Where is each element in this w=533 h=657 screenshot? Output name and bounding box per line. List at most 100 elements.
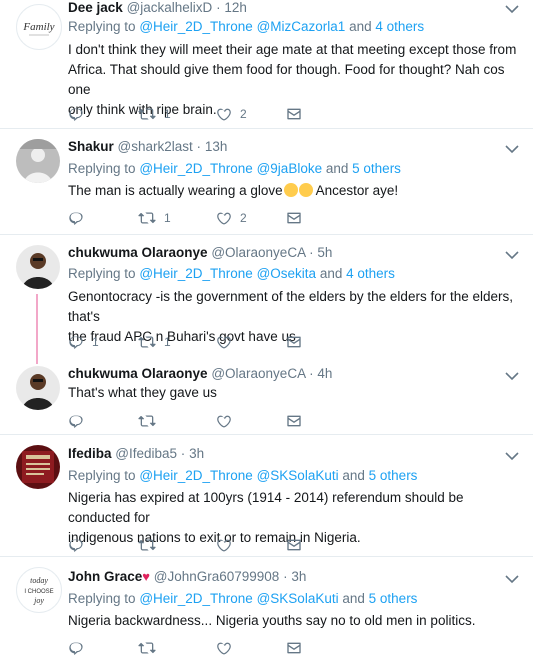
dm-button[interactable]	[286, 209, 302, 227]
retweet-button[interactable]	[138, 639, 156, 657]
mention-link[interactable]: @SKSolaKuti	[257, 468, 339, 483]
like-button[interactable]	[216, 333, 232, 351]
heart-icon	[216, 210, 232, 226]
display-name[interactable]: chukwuma Olaraonye	[68, 366, 208, 381]
others-link[interactable]: 4 others	[375, 19, 424, 34]
handle[interactable]: @OlaraonyeCA	[211, 366, 305, 381]
others-link[interactable]: 5 others	[352, 161, 401, 176]
reply-icon	[68, 537, 84, 553]
dm-button[interactable]	[286, 639, 302, 657]
envelope-icon	[286, 640, 302, 656]
others-link[interactable]: 4 others	[346, 266, 395, 281]
avatar-text: I CHOOSE	[24, 589, 53, 595]
separator-dot: ·	[309, 366, 314, 381]
retweet-icon	[138, 333, 156, 351]
timestamp[interactable]: 4h	[317, 366, 332, 381]
reply-button[interactable]: 1	[68, 333, 99, 351]
reply-button[interactable]	[68, 639, 84, 657]
like-button[interactable]	[216, 639, 232, 657]
avatar[interactable]: today I CHOOSE joy	[16, 567, 62, 613]
heart-icon	[216, 413, 232, 429]
retweet-icon	[138, 536, 156, 554]
retweet-button[interactable]	[138, 412, 156, 430]
display-name[interactable]: Ifediba	[68, 446, 112, 461]
mention-link[interactable]: @Heir_2D_Throne	[139, 591, 253, 606]
retweet-count: 1	[164, 211, 171, 225]
chevron-down-icon[interactable]	[505, 250, 519, 260]
reply-button[interactable]	[68, 209, 84, 227]
retweet-button[interactable]: 1	[138, 333, 171, 351]
avatar[interactable]: Family	[16, 4, 62, 50]
retweet-button[interactable]: 1	[138, 209, 171, 227]
tweet-actions: 1 1	[68, 333, 328, 351]
reply-icon	[68, 334, 84, 350]
dm-button[interactable]	[286, 105, 302, 123]
avatar-text: Family	[22, 21, 54, 33]
red-heart-emoji-icon: ♥	[142, 569, 150, 584]
envelope-icon	[286, 106, 302, 122]
avatar-text: today	[30, 576, 48, 585]
display-name[interactable]: Shakur	[68, 139, 114, 154]
reply-icon	[68, 106, 84, 122]
tweet-actions	[68, 639, 328, 657]
tweet[interactable]: Shakur @shark2last · 13h Replying to @He…	[0, 129, 533, 233]
reply-button[interactable]	[68, 412, 84, 430]
like-button[interactable]	[216, 412, 232, 430]
reply-icon	[68, 413, 84, 429]
timestamp[interactable]: 3h	[189, 446, 204, 461]
like-button[interactable]	[216, 536, 232, 554]
others-link[interactable]: 5 others	[369, 468, 418, 483]
tweet[interactable]: chukwuma Olaraonye @OlaraonyeCA · 5h Rep…	[0, 235, 533, 355]
others-link[interactable]: 5 others	[369, 591, 418, 606]
reply-context: Replying to @Heir_2D_Throne @9jaBloke an…	[68, 161, 401, 176]
tweet-actions: 1 2	[68, 209, 328, 227]
mention-link[interactable]: @SKSolaKuti	[257, 591, 339, 606]
retweet-button[interactable]	[138, 536, 156, 554]
separator-dot: ·	[283, 569, 288, 584]
chevron-down-icon[interactable]	[505, 144, 519, 154]
dm-button[interactable]	[286, 536, 302, 554]
handle[interactable]: @OlaraonyeCA	[211, 245, 305, 260]
mention-link[interactable]: @Heir_2D_Throne	[139, 19, 253, 34]
avatar[interactable]	[16, 366, 60, 410]
separator-dot: ·	[196, 139, 202, 154]
timestamp[interactable]: 3h	[291, 569, 306, 584]
timestamp[interactable]: 5h	[317, 245, 332, 260]
surprised-face-emoji-icon	[283, 183, 298, 197]
reply-button[interactable]	[68, 105, 84, 123]
tweet[interactable]: today I CHOOSE joy John Grace♥ @JohnGra6…	[0, 557, 533, 653]
chevron-down-icon[interactable]	[505, 451, 519, 461]
handle[interactable]: @shark2last	[118, 139, 193, 154]
handle[interactable]: @JohnGra60799908	[154, 569, 280, 584]
avatar[interactable]	[16, 245, 60, 289]
timestamp[interactable]: 12h	[224, 0, 247, 15]
avatar[interactable]	[16, 445, 60, 489]
mention-link[interactable]: @Osekita	[257, 266, 316, 281]
mention-link[interactable]: @Heir_2D_Throne	[139, 161, 253, 176]
tweet[interactable]: chukwuma Olaraonye @OlaraonyeCA · 4h Tha…	[0, 356, 533, 434]
retweet-button[interactable]: 1	[138, 105, 171, 123]
chevron-down-icon[interactable]	[505, 4, 519, 14]
heart-icon	[216, 640, 232, 656]
chevron-down-icon[interactable]	[505, 371, 519, 381]
handle[interactable]: @Ifediba5	[115, 446, 177, 461]
like-button[interactable]: 2	[216, 105, 247, 123]
handle[interactable]: @jackalhelixD	[127, 0, 213, 15]
tweet[interactable]: Ifediba @Ifediba5 · 3h Replying to @Heir…	[0, 435, 533, 556]
timestamp[interactable]: 13h	[205, 139, 228, 154]
reply-button[interactable]	[68, 536, 84, 554]
avatar[interactable]	[16, 139, 60, 183]
chevron-down-icon[interactable]	[505, 574, 519, 584]
display-name[interactable]: Dee jack	[68, 0, 123, 15]
dm-button[interactable]	[286, 412, 302, 430]
display-name[interactable]: chukwuma Olaraonye	[68, 245, 208, 260]
display-name[interactable]: John Grace	[68, 569, 142, 584]
dm-button[interactable]	[286, 333, 302, 351]
mention-link[interactable]: @9jaBloke	[257, 161, 323, 176]
mention-link[interactable]: @Heir_2D_Throne	[139, 266, 253, 281]
like-button[interactable]: 2	[216, 209, 247, 227]
separator-dot: ·	[309, 245, 314, 260]
mention-link[interactable]: @Heir_2D_Throne	[139, 468, 253, 483]
tweet[interactable]: Family Dee jack @jackalhelixD · 12h Repl…	[0, 0, 533, 128]
mention-link[interactable]: @MizCazorla1	[257, 19, 346, 34]
